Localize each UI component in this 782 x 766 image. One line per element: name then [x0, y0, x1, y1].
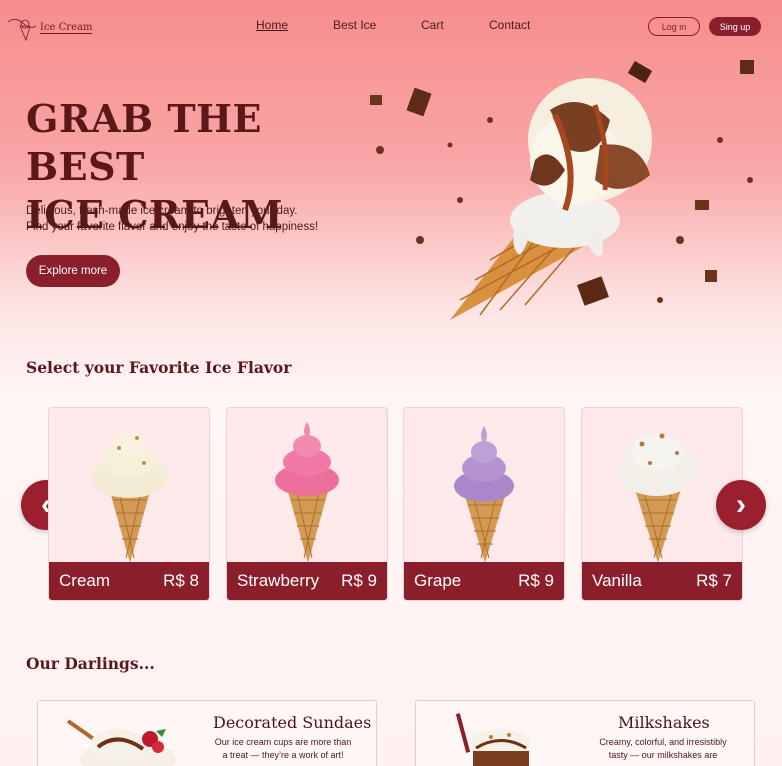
flavor-price: R$ 9	[518, 571, 554, 590]
darling-desc-line-2: tasty — our milkshakes are	[608, 750, 718, 760]
brand-name: Ice Cream	[40, 22, 93, 34]
explore-more-button[interactable]: Explore more	[26, 255, 120, 287]
navbar: Ice Cream Home Best Ice Cart Contact Log…	[0, 0, 782, 52]
flavor-price: R$ 9	[341, 571, 377, 590]
hero-desc-line-1: Delicious, fresh-made ice cream to brigh…	[26, 205, 298, 217]
hero-title-line-1: GRAB THE BEST	[26, 96, 263, 189]
sundae-image	[66, 719, 176, 766]
flavor-price: R$ 8	[163, 571, 199, 590]
chevron-right-icon: ›	[736, 488, 746, 521]
grape-cone-image	[454, 426, 514, 563]
flavor-card-bar: Strawberry R$ 9	[227, 562, 387, 600]
flavor-name: Grape	[414, 571, 462, 590]
flavor-name: Cream	[59, 571, 111, 590]
hero-ice-cream-image	[350, 50, 780, 330]
signup-button[interactable]: Sing up	[709, 17, 761, 36]
flavor-card-bar: Grape R$ 9	[404, 562, 564, 600]
darling-title: Milkshakes	[618, 713, 710, 732]
nav-link-home[interactable]: Home	[256, 18, 288, 32]
darling-card-sundaes[interactable]: Decorated Sundaes Our ice cream cups are…	[37, 700, 377, 766]
hero-description: Delicious, fresh-made ice cream to brigh…	[26, 203, 356, 235]
darling-title: Decorated Sundaes	[213, 713, 372, 732]
ice-cream-logo-icon	[6, 14, 38, 42]
darling-desc-line-2: a treat — they’re a work of art!	[222, 750, 344, 760]
flavor-card-bar: Vanilla R$ 7	[582, 562, 742, 600]
nav-link-best-ice[interactable]: Best Ice	[333, 18, 376, 32]
flavors-section-title: Select your Favorite Ice Flavor	[26, 358, 292, 377]
darling-desc-line-1: Our ice cream cups are more than	[214, 737, 352, 747]
darling-card-milkshakes[interactable]: Milkshakes Creamy, colorful, and irresis…	[415, 700, 755, 766]
darlings-section-title: Our Darlings...	[26, 654, 155, 673]
flavor-price: R$ 7	[696, 571, 732, 590]
flavor-name: Strawberry	[237, 571, 320, 590]
milkshake-image	[455, 713, 531, 766]
darling-description: Creamy, colorful, and irresistibly tasty…	[578, 736, 748, 762]
flavor-card-grape[interactable]: Grape R$ 9	[403, 407, 565, 601]
brand-logo[interactable]: Ice Cream	[6, 14, 93, 42]
carousel-next-button[interactable]: ›	[716, 480, 766, 530]
flavor-card-bar: Cream R$ 8	[49, 562, 209, 600]
flavor-card-strawberry[interactable]: Strawberry R$ 9	[226, 407, 388, 601]
nav-link-cart[interactable]: Cart	[421, 18, 444, 32]
flavor-name: Vanilla	[592, 571, 642, 590]
hero-desc-line-2: Find your favorite flavor and enjoy the …	[26, 221, 319, 233]
flavor-card-cream[interactable]: Cream R$ 8	[48, 407, 210, 601]
nav-link-contact[interactable]: Contact	[489, 18, 530, 32]
login-button[interactable]: Log in	[648, 17, 700, 36]
strawberry-cone-image	[275, 422, 339, 563]
vanilla-cone-image	[617, 433, 697, 563]
darling-desc-line-1: Creamy, colorful, and irresistibly	[599, 737, 727, 747]
darling-description: Our ice cream cups are more than a treat…	[198, 736, 368, 762]
cream-cone-image	[91, 432, 167, 563]
